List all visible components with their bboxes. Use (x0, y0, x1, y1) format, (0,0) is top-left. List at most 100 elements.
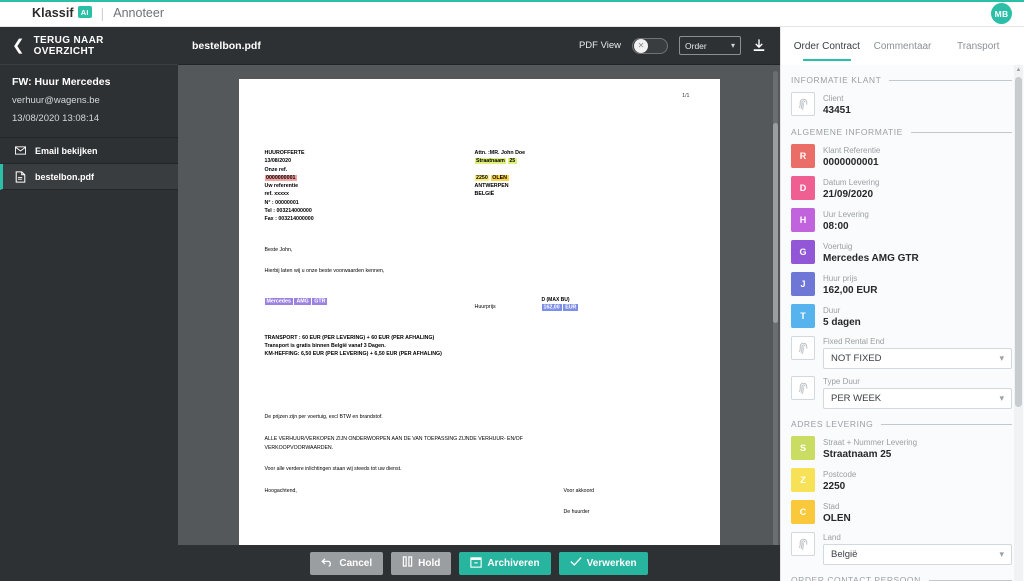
back-to-overview-button[interactable]: ❮ TERUG NAAR OVERZICHT (0, 27, 178, 65)
process-button[interactable]: Verwerken (558, 551, 648, 575)
annotation-app: Klassif AI | Annoteer MB ❮ TERUG NAAR OV… (0, 0, 1024, 581)
field-value[interactable]: 0000000001 (823, 156, 880, 169)
field-label: Postcode (823, 470, 857, 479)
toggle-knob: ✕ (634, 38, 648, 53)
select-value: België (831, 549, 858, 560)
field-duur: T Duur 5 dagen (791, 304, 1012, 329)
field-badge: S (791, 436, 815, 460)
vehicle-tags: Mercedes AMG GTR (264, 297, 475, 305)
field-value[interactable]: Mercedes AMG GTR (823, 252, 919, 265)
tab-transport[interactable]: Transport (940, 27, 1016, 65)
annotation-huurprijs[interactable]: 162,00 (541, 303, 562, 311)
field-value[interactable]: OLEN (823, 512, 851, 525)
document-heading: HUUROFFERTE (264, 150, 305, 156)
field-value[interactable]: 2250 (823, 480, 856, 493)
field-body: Straat + Nummer Levering Straatnaam 25 (823, 436, 917, 461)
tab-commentaar[interactable]: Commentaar (865, 27, 941, 65)
field-uur-levering: H Uur Levering 08:00 (791, 208, 1012, 233)
field-value[interactable]: Straatnaam 25 (823, 448, 917, 461)
mail-summary: FW: Huur Mercedes verhuur@wagens.be 13/0… (0, 65, 178, 138)
field-badge: J (791, 272, 815, 296)
annotation-voertuig-model[interactable]: AMG (294, 297, 311, 305)
sidebar-item-email-label: Email bekijken (35, 145, 98, 156)
pdf-scrollbar[interactable] (773, 71, 778, 575)
avatar[interactable]: MB (991, 3, 1012, 24)
field-label: Type Duur (823, 377, 860, 386)
hold-button[interactable]: Hold (391, 551, 452, 575)
price-value-row: Huurprijs 162,00 EUR (475, 303, 694, 311)
details-scrollbar[interactable]: ▲ (1014, 65, 1023, 581)
recipient-street-row: Straatnaam 25 (474, 157, 694, 165)
brand[interactable]: Klassif AI (32, 6, 92, 20)
annotation-voertuig-trim[interactable]: GTR (312, 297, 328, 305)
undo-icon (321, 557, 334, 570)
field-label: Uur Levering (823, 210, 869, 219)
field-value[interactable]: 21/09/2020 (823, 188, 879, 201)
field-straat-nummer-levering: S Straat + Nummer Levering Straatnaam 25 (791, 436, 1012, 461)
select-value: NOT FIXED (831, 353, 882, 364)
check-icon (569, 556, 582, 570)
document-type-select[interactable]: Order ▾ (679, 36, 741, 55)
field-postcode: Z Postcode 2250 (791, 468, 1012, 493)
action-bar: Cancel Hold Archiveren Verwerken (178, 545, 780, 581)
closing-left: Hoogachtend, (264, 487, 297, 494)
field-badge: Z (791, 468, 815, 492)
field-label: Datum Levering (823, 178, 880, 187)
price-tags: 162,00 EUR (541, 303, 579, 311)
mail-subject: FW: Huur Mercedes (12, 76, 111, 88)
tab-commentaar-label: Commentaar (873, 40, 932, 52)
pdf-canvas-area[interactable]: 1/1 HUUROFFERTE 13/08/2020 Onze ref. 000… (178, 65, 780, 581)
field-label: Duur (823, 306, 841, 315)
annotation-nummer[interactable]: 25 (507, 158, 517, 165)
field-value[interactable]: 162,00 EUR (823, 284, 877, 297)
section-title: ADRES LEVERING (791, 419, 874, 429)
terms-line-4: Voor alle verdere inlichtingen staan wij… (264, 466, 402, 473)
sidebar-item-bestelbon-label: bestelbon.pdf (35, 171, 94, 182)
field-label: Client (823, 94, 844, 103)
annotation-postcode[interactable]: 2250 (474, 174, 490, 181)
sidebar-item-email[interactable]: Email bekijken (0, 138, 178, 164)
sidebar-item-bestelbon[interactable]: bestelbon.pdf (0, 164, 178, 190)
scroll-up-arrow[interactable]: ▲ (1014, 65, 1023, 74)
select-type-duur[interactable]: PER WEEK ▾ (823, 388, 1012, 409)
annotation-stad[interactable]: OLEN (490, 174, 509, 181)
pdf-view-label: PDF View (578, 40, 621, 51)
field-value[interactable]: 5 dagen (823, 316, 861, 329)
field-fixed-rental-end: Fixed Rental End NOT FIXED ▾ (791, 336, 1012, 369)
toolbar-controls: PDF View ✕ Order ▾ (579, 36, 766, 55)
document-type-value: Order (685, 40, 707, 51)
field-badge: H (791, 208, 815, 232)
download-icon[interactable] (752, 38, 766, 54)
field-badge: D (791, 176, 815, 200)
chevron-down-icon: ▾ (999, 353, 1004, 363)
section-title: ALGEMENE INFORMATIE (791, 127, 903, 137)
annotation-klant-referentie[interactable]: 0000000001 (264, 174, 297, 181)
annotation-valuta[interactable]: EUR (563, 303, 579, 311)
your-ref-label: Uw referentie (264, 183, 299, 190)
field-badge: C (791, 500, 815, 524)
field-value[interactable]: 43451 (823, 104, 851, 117)
file-icon (15, 171, 26, 183)
archive-button[interactable]: Archiveren (459, 551, 551, 575)
recipient-province: ANTWERPEN (474, 183, 509, 190)
details-tabs: Order Contract Commentaar Transport (781, 27, 1024, 65)
document-intro: Hierbij laten wij u onze beste voorwaard… (264, 267, 385, 274)
cancel-button[interactable]: Cancel (310, 551, 384, 575)
pdf-view-toggle[interactable]: ✕ (632, 37, 668, 54)
own-ref-value-row: 0000000001 (264, 174, 475, 182)
field-value[interactable]: 08:00 (823, 220, 869, 233)
field-body: Client 43451 (823, 92, 851, 117)
select-fixed-rental-end[interactable]: NOT FIXED ▾ (823, 348, 1012, 369)
chevron-down-icon: ▾ (730, 41, 735, 50)
select-land[interactable]: België ▾ (823, 544, 1012, 565)
pdf-scrollbar-thumb[interactable] (773, 123, 778, 323)
field-voertuig: G Voertuig Mercedes AMG GTR (791, 240, 1012, 265)
mail-from: verhuur@wagens.be (12, 95, 100, 106)
terms-line-3: VERKOOPVOORWAARDEN. (264, 444, 334, 451)
annotation-straat[interactable]: Straatnaam (474, 158, 507, 165)
field-body: Duur 5 dagen (823, 304, 861, 329)
details-scrollbar-thumb[interactable] (1015, 77, 1022, 407)
cancel-label: Cancel (339, 557, 373, 569)
annotation-voertuig-merk[interactable]: Mercedes (264, 297, 293, 305)
tab-order-contract[interactable]: Order Contract (789, 27, 865, 65)
